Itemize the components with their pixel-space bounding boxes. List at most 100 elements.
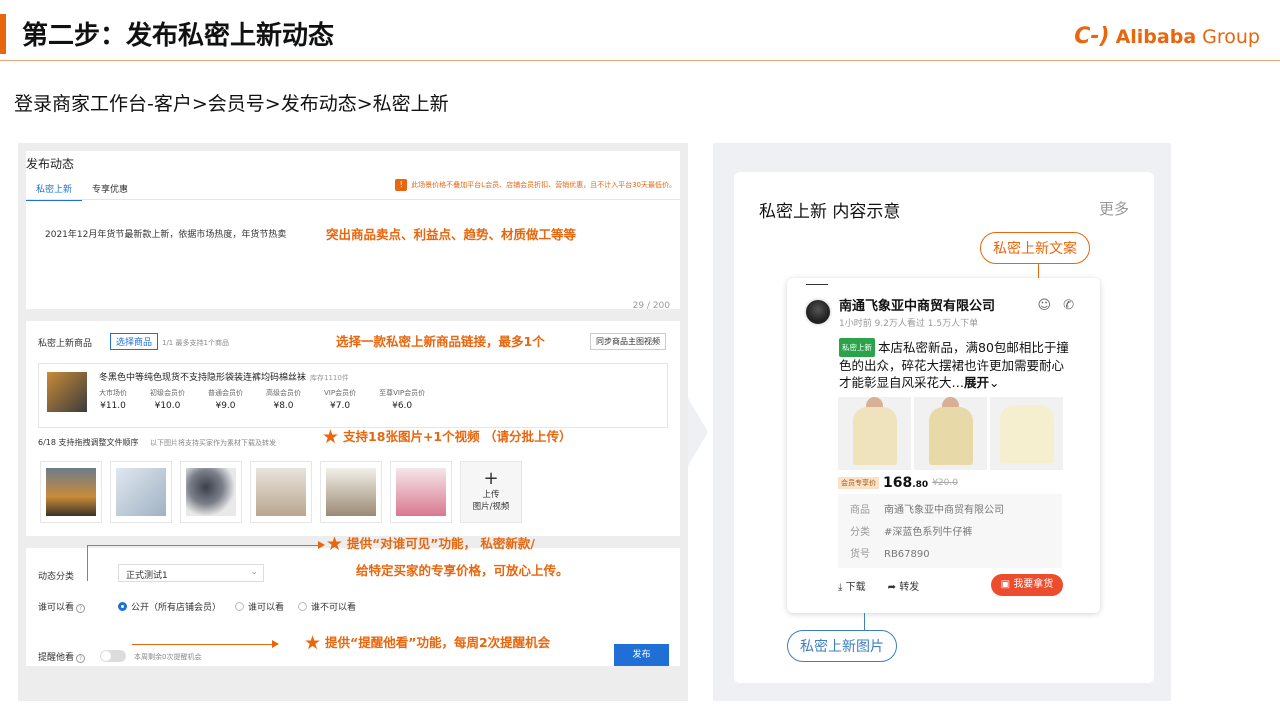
alibaba-logo: C-) Alibaba Group [1074,24,1260,49]
visibility-option-exclude[interactable]: 谁不可以看 [298,600,356,613]
product-thumbnail [47,372,87,412]
select-product-button[interactable]: 选择商品 [110,333,159,350]
chevron-down-icon: ⌄ [989,375,1000,390]
product-stock: 库存1110件 [310,374,349,382]
tab-private-new[interactable]: 私密上新 [26,178,83,201]
price-tier: VIP会员价 ¥7.0 [324,389,357,411]
share-icon: ➦ [887,582,896,593]
want-goods-button[interactable]: ▣ 我要拿货 [991,574,1063,596]
help-icon: ? [76,654,86,663]
annotation-visibility-2: 给特定买家的专享价格，可放心上传。 [356,563,569,578]
price-tier: 初级会员价 ¥10.0 [150,389,185,411]
image-tile[interactable] [250,461,312,523]
radio-icon [235,602,245,611]
visibility-pointer-line [87,545,88,581]
share-button[interactable]: ➦ 转发 [888,578,920,593]
plus-icon: + [483,468,499,489]
title-accent-bar [0,14,6,54]
member-price-tag: 会员专享价 [838,477,879,489]
tab-exclusive-offer[interactable]: 专享优惠 [82,178,138,201]
product-section-label: 私密上新商品 [38,339,93,349]
preview-title: 私密上新 内容示意 [759,202,901,222]
image-tile[interactable] [320,461,382,523]
post-meta: 1小时前 9.2万人看过 1.5万人下单 [839,319,979,329]
post-photo[interactable] [914,397,987,470]
price-tier: 普通会员价 ¥9.0 [208,389,243,411]
price-tier: 高级会员价 ¥8.0 [266,389,301,411]
copy-callout: 私密上新文案 [980,232,1090,264]
slide: 第二步：发布私密上新动态 C-) Alibaba Group 登录商家工作台-客… [0,0,1280,720]
shop-name: 南通飞象亚中商贸有限公司 [839,299,996,314]
sync-video-button[interactable]: 同步商品主图视频 [590,333,666,350]
phone-icon[interactable]: ✆ [1063,298,1074,313]
remind-toggle[interactable] [100,650,126,662]
annotation-remind: ★ 提供“提醒他看”功能，每周2次提醒机会 [304,632,551,654]
price-notice: ! 此场景价格不叠加平台L会员、店铺会员折扣、营销优惠，且不计入平台30天最低价… [395,179,676,191]
annotation-visibility: ★ 提供“对谁可见”功能， 私密新款/ [326,533,535,555]
post-actions: ⤓ 下载 ➦ 转发 [838,578,919,593]
image-tile[interactable] [40,461,102,523]
post-preview: 南通飞象亚中商贸有限公司 1小时前 9.2万人看过 1.5万人下单 ☺ ✆ 私密… [787,278,1100,613]
publish-page-title: 发布动态 [26,157,75,171]
private-tag: 私密上新 [839,338,875,357]
radio-icon [118,602,127,611]
annotation-content: 突出商品卖点、利益点、趋势、材质做工等等 [326,227,577,242]
char-counter: 29 / 200 [632,301,670,311]
visibility-option-public[interactable]: 公开（所有店铺会员） [118,600,221,613]
breadcrumb: 登录商家工作台-客户>会员号>发布动态>私密上新 [14,93,449,115]
post-photo[interactable] [838,397,911,470]
help-icon: ? [76,604,86,613]
category-select[interactable]: 正式测试1 ⌄ [118,564,264,582]
image-tile[interactable] [180,461,242,523]
remind-hint: 本周剩余0次提醒机会 [134,653,202,661]
notice-text: 此场景价格不叠加平台L会员、店铺会员折扣、营销优惠，且不计入平台30天最低价。 [411,181,676,189]
radio-icon [298,602,308,611]
product-info-box: 商品 南通飞象亚中商贸有限公司 分类 #深蓝色系列牛仔裤 货号 RB67890 [838,494,1062,568]
arrow-head-icon [318,541,325,549]
price-tiers: 大市场价 ¥11.0 初级会员价 ¥10.0 普通会员价 ¥9.0 高级会员价 ¥8.0… [99,388,425,411]
more-link[interactable]: 更多 [1099,198,1129,219]
product-name: 冬黑色中等纯色现货不支持隐形袋装连裤均码棉丝袜 库存1110件 [99,370,349,383]
publish-button[interactable]: 发布 [614,644,669,666]
content-textarea[interactable]: 2021年12月年货节最新款上新，依据市场热度，年货节热卖 [45,227,286,240]
post-photo[interactable] [990,397,1063,470]
image-counter: 6/18 支持拖拽调整文件顺序 [38,438,139,447]
alibaba-logo-icon: C-) [1074,24,1110,49]
tab-bar: 私密上新 专享优惠 [26,178,138,201]
visibility-label: 谁可以看? [38,600,86,613]
arrow-head-icon [272,640,279,648]
image-tile[interactable] [110,461,172,523]
preview-panel: 私密上新 内容示意 更多 私密上新文案 南通飞象亚中商贸有限公司 1小时前 9.… [713,143,1171,701]
image-list: + 上传 图片/视频 [40,461,522,523]
image-callout: 私密上新图片 [787,630,897,662]
star-icon: ★ [322,426,340,448]
category-label: 动态分类 [38,572,75,582]
price-tier: 至尊VIP会员价 ¥6.0 [379,389,426,411]
upload-button[interactable]: + 上传 图片/视频 [460,461,522,523]
info-icon: ! [395,179,408,191]
visibility-option-include[interactable]: 谁可以看 [235,600,284,613]
star-icon: ★ [304,632,322,654]
chat-icon[interactable]: ☺ [1038,298,1052,313]
info-row: 商品 南通飞象亚中商贸有限公司 [850,505,1004,516]
post-icons: ☺ ✆ [1038,298,1074,313]
expand-link[interactable]: 展开 [964,375,989,390]
product-limit: 1/1 最多支持1个商品 [162,339,229,347]
download-button[interactable]: ⤓ 下载 [838,578,866,593]
annotation-images: ★ 支持18张图片+1个视频 （请分批上传） [322,426,572,448]
logo-group: Group [1202,25,1260,48]
remind-label: 提醒他看? [38,650,86,663]
price-tier: 大市场价 ¥11.0 [99,389,127,411]
star-icon: ★ [326,533,344,555]
title-divider [0,60,1280,61]
avatar [804,298,832,326]
logo-name: Alibaba [1115,25,1197,48]
visibility-arrow [87,545,319,546]
settings-card [26,548,680,633]
info-row: 货号 RB67890 [850,549,930,560]
slide-title: 第二步：发布私密上新动态 [22,21,335,51]
image-tile[interactable] [390,461,452,523]
tab-divider [26,199,680,200]
cart-icon: ▣ [1000,579,1011,590]
download-icon: ⤓ [838,582,843,593]
